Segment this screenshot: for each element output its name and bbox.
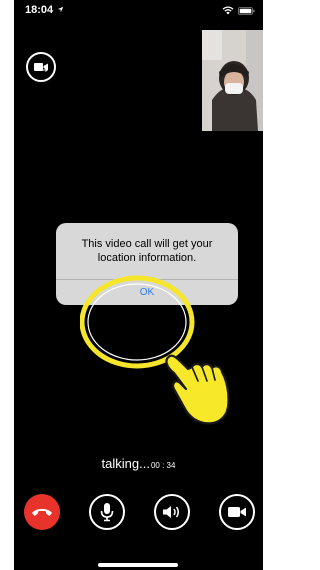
video-camera-switch-icon (34, 63, 48, 72)
speaker-button[interactable] (154, 494, 190, 530)
video-call-screen: 18:04 This video call will get your loca… (14, 0, 263, 570)
video-toggle-button[interactable] (219, 494, 255, 530)
video-camera-icon (228, 507, 246, 517)
self-video-image (202, 30, 263, 131)
end-call-button[interactable] (24, 494, 60, 530)
pointing-hand-icon (165, 354, 230, 425)
speaker-icon (163, 506, 179, 518)
call-status-label: talking... (101, 456, 150, 471)
status-time: 18:04 (25, 4, 64, 16)
phone-hangup-icon (32, 508, 52, 516)
self-video-preview (202, 30, 263, 131)
location-permission-dialog: This video call will get your location i… (56, 223, 238, 305)
home-indicator (98, 563, 178, 567)
call-controls (14, 494, 263, 534)
location-arrow-icon (57, 6, 64, 13)
status-bar: 18:04 (14, 0, 263, 22)
dialog-ok-button[interactable]: OK (56, 280, 238, 305)
call-status: talking...00 : 34 (14, 455, 263, 473)
wifi-icon (222, 6, 234, 15)
dialog-message: This video call will get your location i… (81, 238, 213, 264)
mute-button[interactable] (89, 494, 125, 530)
microphone-icon (100, 503, 114, 522)
status-indicators (222, 6, 255, 15)
battery-icon (238, 6, 255, 15)
call-timer: 00 : 34 (150, 461, 176, 470)
camera-switch-button[interactable] (26, 52, 56, 82)
